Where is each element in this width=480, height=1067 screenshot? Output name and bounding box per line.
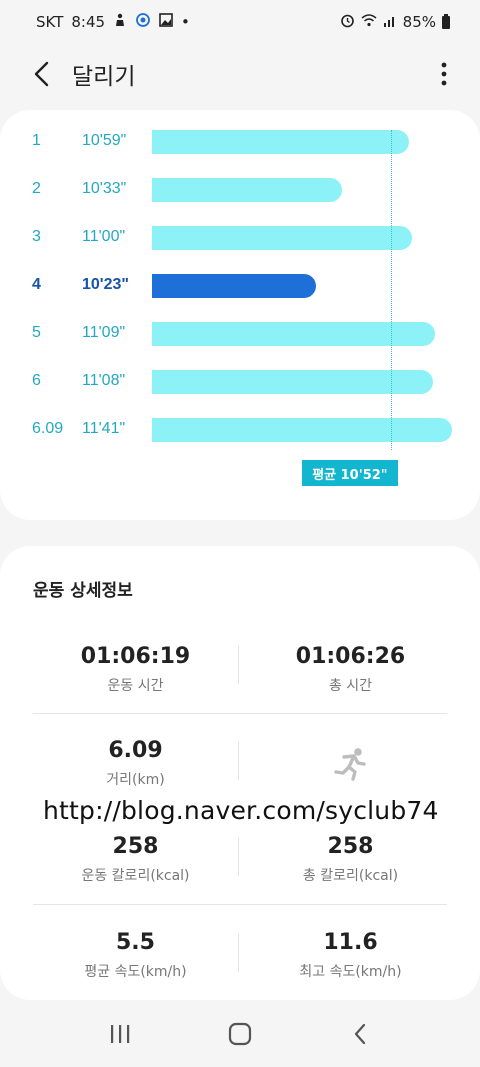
pace-km-label: 5	[32, 324, 41, 341]
stat-divider	[238, 838, 239, 876]
pace-time-label: 11'09"	[82, 324, 126, 341]
pace-row: 3 11'00"	[0, 218, 480, 258]
pace-time-label: 10'59"	[82, 132, 127, 149]
row-divider	[33, 904, 447, 905]
battery-icon	[442, 13, 450, 29]
pace-time-label: 11'41"	[82, 420, 126, 437]
workout-calories-value: 258	[112, 834, 159, 859]
average-speed-stat: 5.5 평균 속도(km/h)	[33, 930, 238, 981]
home-button[interactable]	[218, 1012, 262, 1056]
pace-bar	[152, 274, 316, 298]
total-calories-label: 총 칼로리(kcal)	[302, 868, 399, 884]
back-button[interactable]	[22, 54, 62, 94]
pace-row: 1 10'59"	[0, 122, 480, 162]
running-person-icon	[328, 744, 372, 784]
stat-divider	[238, 934, 239, 972]
pace-row: 5 11'09"	[0, 314, 480, 354]
distance-label: 거리(km)	[106, 772, 165, 788]
pace-km-label: 6	[32, 372, 41, 389]
max-speed-label: 최고 속도(km/h)	[299, 964, 402, 980]
pace-km-label: 4	[32, 276, 41, 293]
pace-km-label: 1	[32, 132, 41, 149]
total-time-label: 총 시간	[328, 678, 373, 694]
pace-bar	[152, 322, 436, 346]
pace-time-label: 10'23"	[82, 276, 129, 293]
pace-row: 4 10'23"	[0, 266, 480, 306]
distance-value: 6.09	[108, 738, 163, 763]
stat-divider	[238, 646, 239, 684]
pace-row: 6 11'08"	[0, 362, 480, 402]
signal-icon	[383, 13, 397, 31]
workout-time-value: 01:06:19	[80, 644, 191, 669]
max-speed-value: 11.6	[323, 930, 378, 955]
pace-time-label: 10'33"	[82, 180, 127, 197]
total-calories-value: 258	[327, 834, 374, 859]
pace-bar	[152, 226, 412, 250]
notification-gallery-icon	[159, 13, 173, 31]
pace-km-label: 3	[32, 228, 41, 245]
notification-more-dot: •	[181, 13, 190, 31]
more-options-button[interactable]	[432, 54, 456, 94]
pace-row: 6.09 11'41"	[0, 410, 480, 450]
details-section-title: 운동 상세정보	[33, 581, 133, 601]
notification-person-icon	[113, 13, 127, 31]
recent-apps-button[interactable]	[98, 1012, 142, 1056]
battery-level: 85%	[402, 13, 436, 31]
wifi-icon	[361, 13, 377, 31]
alarm-icon	[340, 13, 355, 32]
pace-card: 1 10'59" 2 10'33" 3 11'00" 4 10'23" 5 11'09" 6 11'0…	[0, 110, 480, 520]
workout-details-card: 운동 상세정보 01:06:19 운동 시간 01:06:26 총 시간 6.0…	[0, 546, 480, 1000]
pace-time-label: 11'00"	[82, 228, 126, 245]
back-arrow-icon	[34, 61, 49, 87]
pace-km-label: 2	[32, 180, 41, 197]
pace-row: 2 10'33"	[0, 170, 480, 210]
pace-bar	[152, 130, 410, 154]
stat-divider	[238, 742, 239, 780]
average-pace-line	[391, 130, 393, 450]
carrier-label: SKT	[36, 13, 64, 31]
pace-km-label: 6.09	[32, 420, 64, 437]
status-bar: SKT 8:45 • 85%	[0, 0, 480, 44]
total-time-stat: 01:06:26 총 시간	[248, 644, 453, 695]
pace-time-label: 11'08"	[82, 372, 126, 389]
app-header: 달리기	[0, 44, 480, 104]
distance-stat: 6.09 거리(km)	[33, 738, 238, 789]
blog-watermark: http://blog.naver.com/syclub74	[43, 796, 439, 825]
workout-calories-stat: 258 운동 칼로리(kcal)	[33, 834, 238, 885]
pace-bar	[152, 418, 452, 442]
home-icon	[228, 1022, 252, 1045]
back-nav-icon	[354, 1023, 366, 1044]
average-speed-label: 평균 속도(km/h)	[84, 964, 187, 980]
clock: 8:45	[71, 13, 106, 31]
average-pace-badge: 평균 10'52"	[302, 460, 398, 486]
average-speed-value: 5.5	[116, 930, 155, 955]
page-title: 달리기	[72, 64, 136, 90]
recent-apps-icon	[111, 1024, 130, 1043]
max-speed-stat: 11.6 최고 속도(km/h)	[248, 930, 453, 981]
back-nav-button[interactable]	[338, 1012, 382, 1056]
more-vert-icon	[441, 62, 447, 86]
row-divider	[33, 713, 447, 714]
workout-time-label: 운동 시간	[107, 678, 164, 694]
workout-calories-label: 운동 칼로리(kcal)	[81, 868, 190, 884]
system-navigation-bar	[0, 1000, 480, 1067]
pace-bar	[152, 178, 342, 202]
workout-time-stat: 01:06:19 운동 시간	[33, 644, 238, 695]
total-time-value: 01:06:26	[295, 644, 406, 669]
total-calories-stat: 258 총 칼로리(kcal)	[248, 834, 453, 885]
notification-eye-icon	[135, 13, 151, 31]
